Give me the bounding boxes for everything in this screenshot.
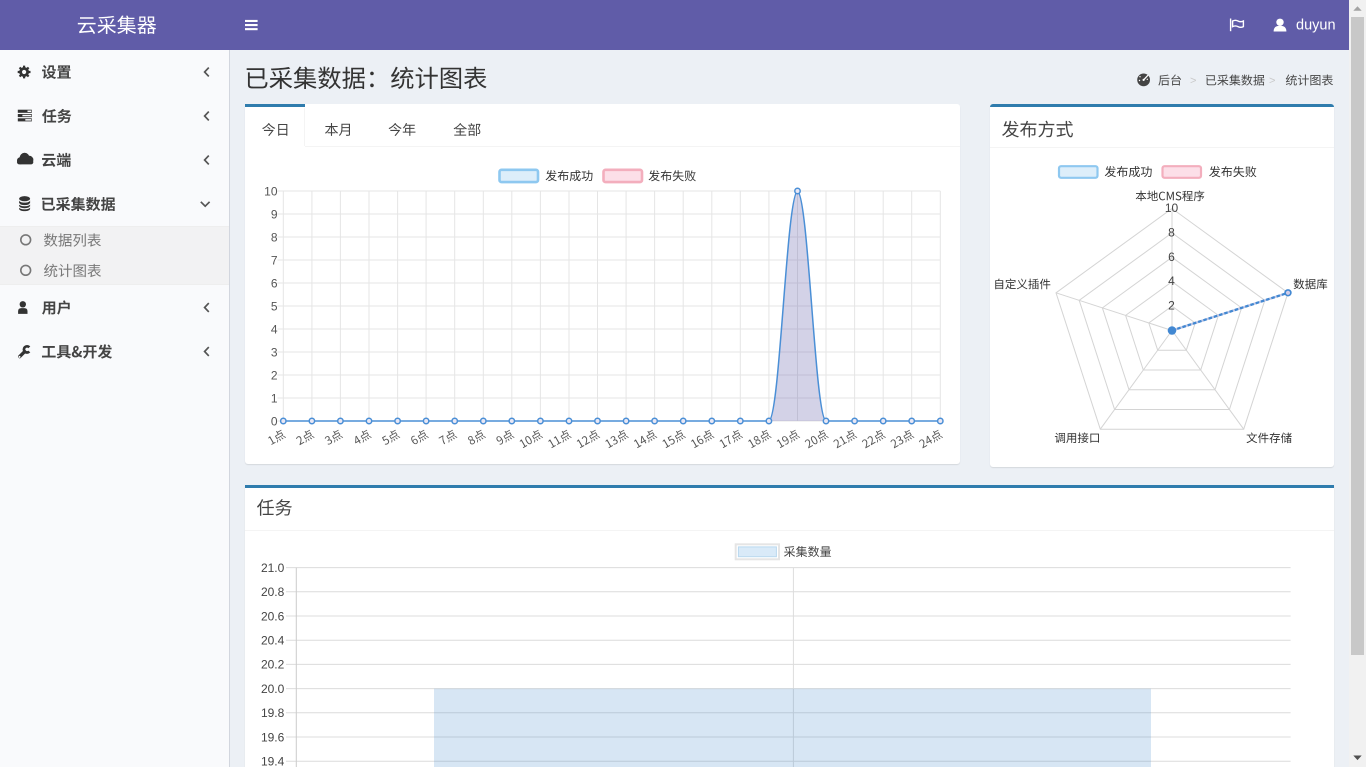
svg-text:3: 3	[271, 345, 278, 359]
svg-text:19.6: 19.6	[261, 730, 285, 744]
svg-text:4: 4	[271, 322, 278, 336]
svg-text:20.0: 20.0	[261, 682, 285, 696]
svg-text:6: 6	[1168, 250, 1175, 264]
svg-text:0: 0	[271, 414, 278, 428]
svg-text:2: 2	[1168, 299, 1175, 313]
svg-text:20.8: 20.8	[261, 585, 285, 599]
svg-text:9: 9	[271, 207, 278, 221]
svg-text:10: 10	[1165, 201, 1179, 215]
svg-text:duyun: duyun	[1296, 18, 1336, 34]
svg-text:>: >	[1269, 75, 1275, 87]
svg-text:20.6: 20.6	[261, 609, 285, 623]
svg-text:21.0: 21.0	[261, 561, 285, 575]
svg-text:6: 6	[271, 276, 278, 290]
svg-text:5: 5	[271, 299, 278, 313]
svg-text:20.4: 20.4	[261, 634, 285, 648]
svg-text:8: 8	[271, 230, 278, 244]
svg-text:20.2: 20.2	[261, 658, 285, 672]
svg-text:1: 1	[271, 391, 278, 405]
svg-text:7: 7	[271, 253, 278, 267]
svg-text:>: >	[1190, 75, 1196, 87]
svg-text:10: 10	[264, 184, 278, 198]
svg-text:8: 8	[1168, 225, 1175, 239]
svg-text:19.4: 19.4	[261, 755, 285, 767]
svg-text:4: 4	[1168, 274, 1175, 288]
svg-text:2: 2	[271, 368, 278, 382]
svg-text:19.8: 19.8	[261, 706, 285, 720]
